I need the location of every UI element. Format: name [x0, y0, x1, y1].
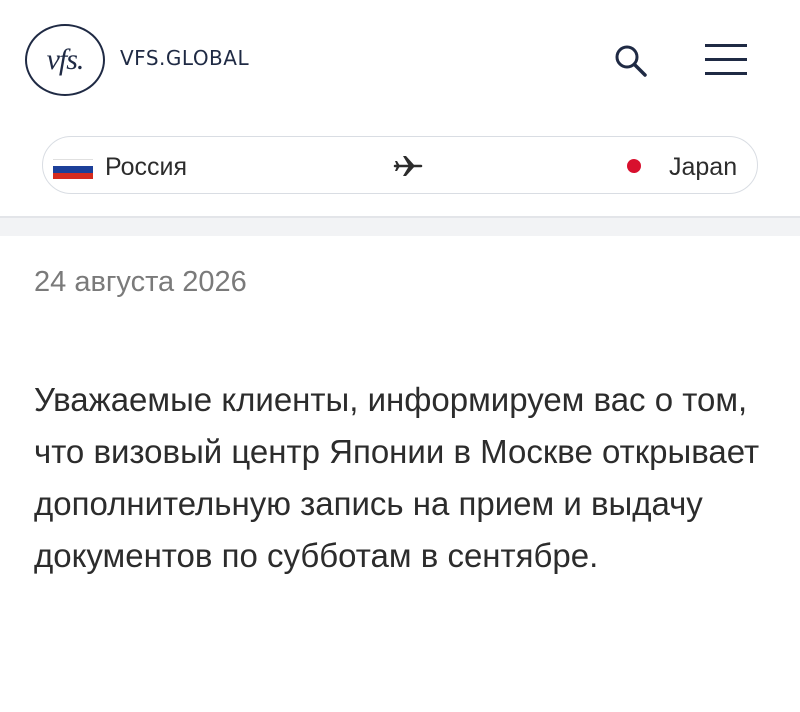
- site-header: vfs. VFS.GLOBAL: [0, 0, 800, 120]
- hamburger-menu-icon: [705, 44, 747, 75]
- russia-flag-icon: [53, 159, 93, 179]
- route-selector[interactable]: Россия Japan: [42, 136, 758, 194]
- news-date: 24 августа 2026: [34, 266, 247, 298]
- news-body-text: Уважаемые клиенты, информируем вас о том…: [34, 381, 760, 574]
- vfs-logo[interactable]: vfs.: [25, 24, 105, 96]
- menu-button[interactable]: [700, 38, 752, 80]
- search-icon: [615, 45, 647, 77]
- japan-flag-icon: [623, 155, 645, 177]
- search-button[interactable]: [610, 40, 652, 82]
- japan-flag-dot: [627, 159, 641, 173]
- brand-name[interactable]: VFS.GLOBAL: [120, 46, 249, 70]
- from-country-label: Россия: [105, 153, 187, 181]
- airplane-icon: [393, 156, 423, 176]
- section-divider: [0, 216, 800, 236]
- logo-text: vfs.: [46, 43, 85, 76]
- to-country-label: Japan: [669, 153, 738, 181]
